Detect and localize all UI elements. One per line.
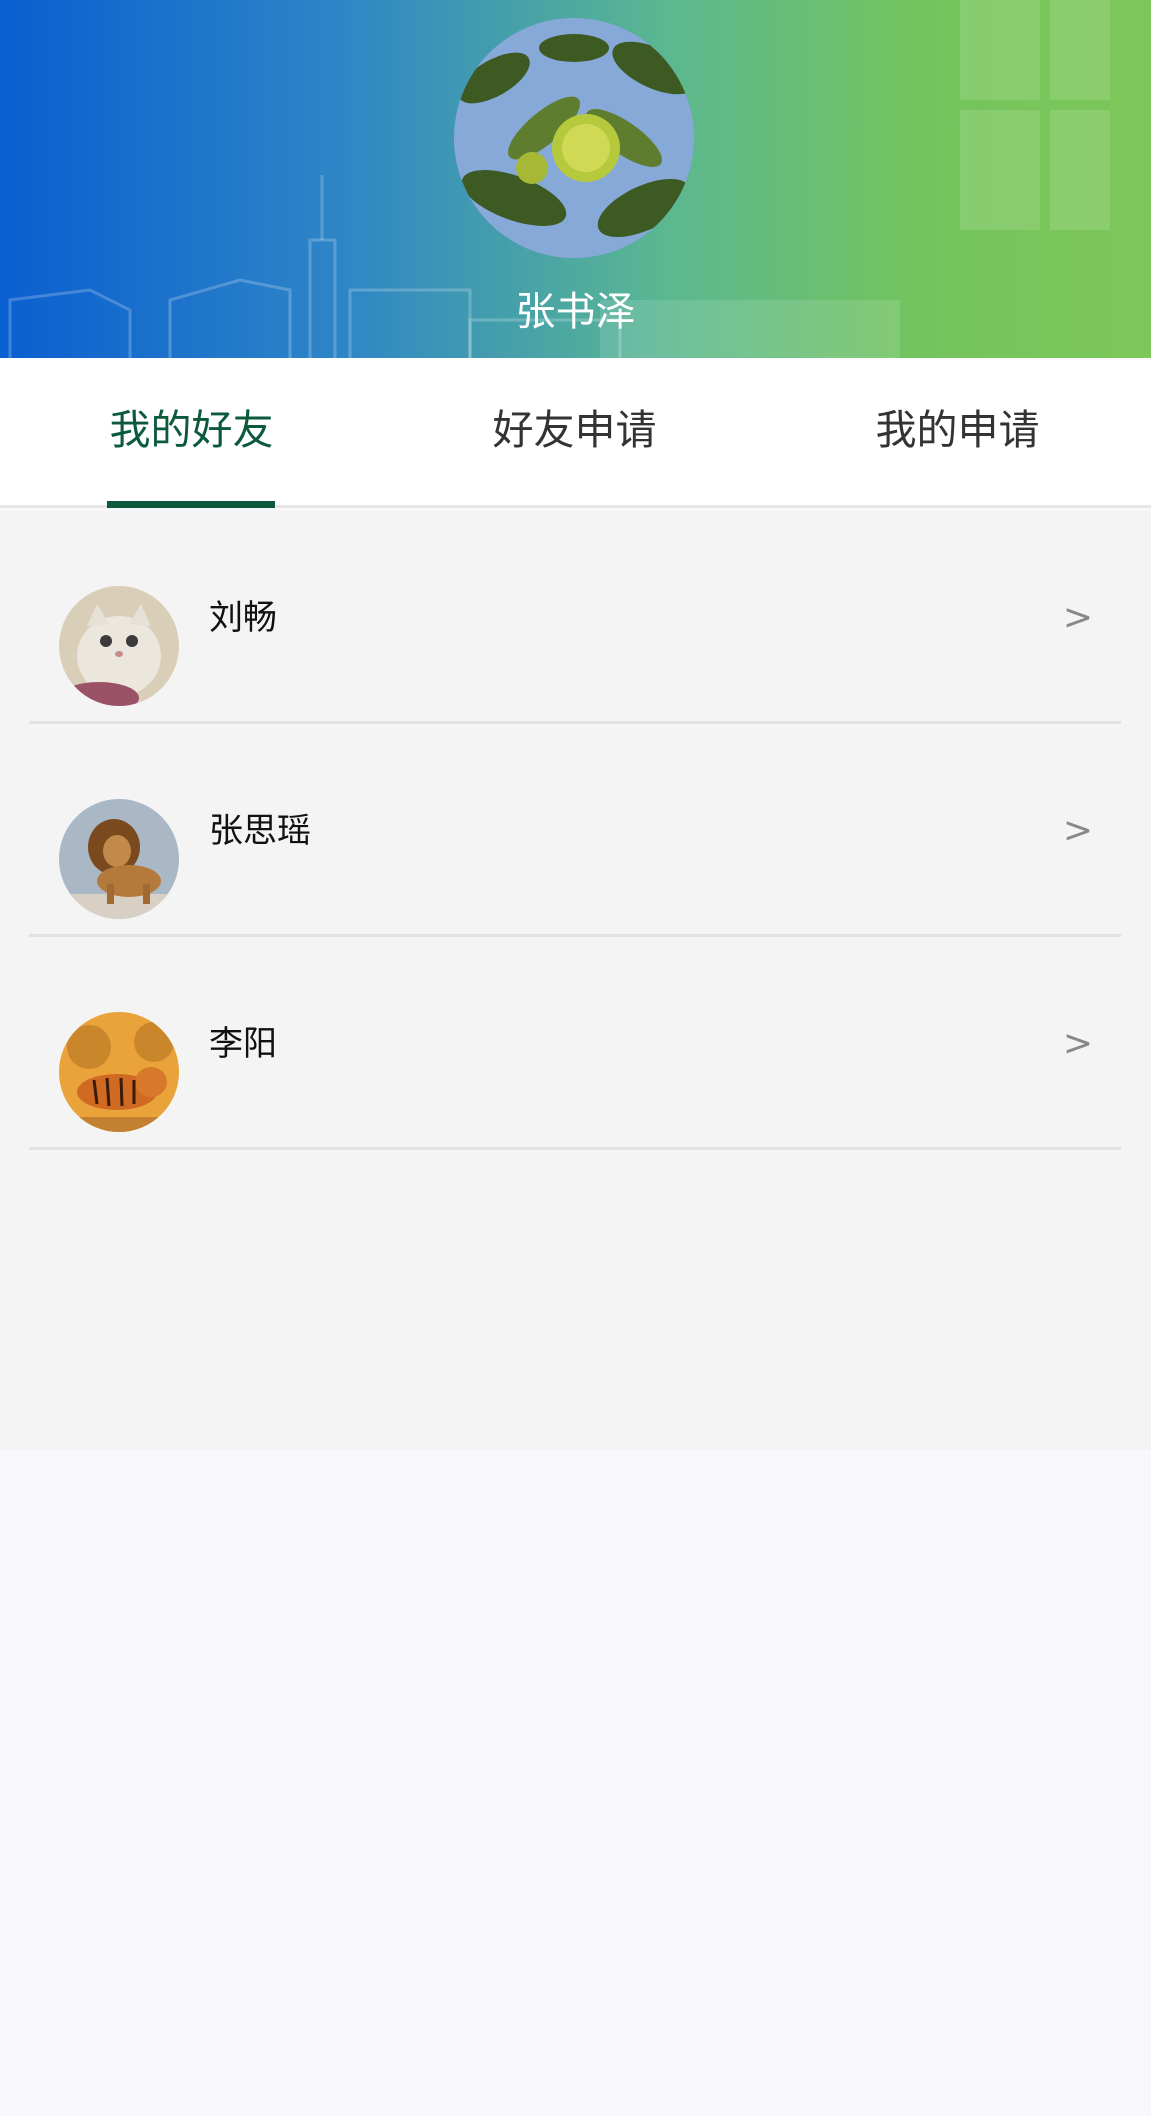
profile-header: 张书泽 <box>0 0 1151 358</box>
tab-my-friends[interactable]: 我的好友 <box>0 358 383 508</box>
friend-item[interactable]: 张思瑶 > <box>0 724 1151 937</box>
tab-my-requests[interactable]: 我的申请 <box>766 358 1149 508</box>
tab-friend-requests[interactable]: 好友申请 <box>383 358 766 508</box>
friend-avatar <box>59 799 179 919</box>
active-tab-indicator <box>107 501 275 508</box>
friend-avatar <box>59 586 179 706</box>
tiger-photo-icon <box>59 1012 179 1132</box>
chevron-right-icon: > <box>1062 1023 1093 1064</box>
friend-item[interactable]: 刘畅 > <box>0 511 1151 724</box>
friend-item[interactable]: 李阳 > <box>0 937 1151 1150</box>
row-divider <box>29 1147 1121 1150</box>
tab-bar: 我的好友 好友申请 我的申请 <box>0 358 1151 508</box>
lion-photo-icon <box>59 799 179 919</box>
user-name: 张书泽 <box>515 289 636 335</box>
friend-name: 张思瑶 <box>209 811 311 851</box>
friend-name: 刘畅 <box>209 598 277 638</box>
chestnut-tree-photo-icon <box>454 18 694 258</box>
friend-list: 刘畅 > 张思瑶 > 李阳 > <box>0 511 1151 1450</box>
profile-avatar[interactable] <box>454 18 694 258</box>
cat-photo-icon <box>59 586 179 706</box>
chevron-right-icon: > <box>1062 597 1093 638</box>
friend-avatar <box>59 1012 179 1132</box>
chevron-right-icon: > <box>1062 810 1093 851</box>
friend-name: 李阳 <box>209 1024 277 1064</box>
